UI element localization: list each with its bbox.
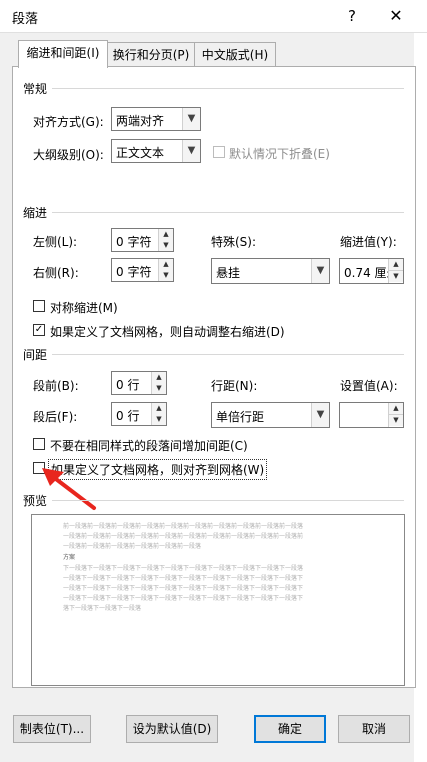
general-heading: 常规	[23, 82, 48, 96]
indent-left-value: 0 字符	[116, 235, 152, 249]
tab-indents-spacing[interactable]: 缩进和间距(I)	[18, 40, 108, 68]
alignment-label: 对齐方式(G):	[33, 115, 104, 129]
spin-down-icon[interactable]: ▼	[389, 415, 403, 426]
line-spacing-select[interactable]: 单倍行距 ▼	[211, 402, 330, 428]
indent-right-value: 0 字符	[116, 265, 152, 279]
preview-prev-line: 前一段落前一段落前一段落前一段落前一段落前一段落前一段落前一段落前一段落前一段落	[63, 523, 304, 530]
collapse-checkbox[interactable]	[213, 146, 225, 158]
spacing-before-value: 0 行	[116, 378, 140, 392]
preview-sample: 方案	[63, 554, 76, 561]
indent-right-spinner[interactable]: 0 字符 ▲ ▼	[111, 258, 174, 282]
alignment-select[interactable]: 两端对齐 ▼	[111, 107, 201, 131]
special-value: 悬挂	[216, 266, 241, 280]
cancel-button[interactable]: 取消	[338, 715, 410, 743]
indent-by-spinner[interactable]: 0.74 厘米 ▲ ▼	[339, 258, 404, 284]
spin-down-icon[interactable]: ▼	[389, 271, 403, 282]
no-space-same-style-label: 不要在相同样式的段落间增加间距(C)	[50, 439, 248, 453]
tab-asian-typography[interactable]: 中文版式(H)	[194, 42, 276, 67]
indent-left-spinner[interactable]: 0 字符 ▲ ▼	[111, 228, 174, 252]
tab-line-page-breaks[interactable]: 换行和分页(P)	[106, 42, 196, 67]
spin-up-icon[interactable]: ▲	[389, 259, 403, 271]
mirror-indent-label: 对称缩进(M)	[50, 301, 118, 315]
chevron-down-icon: ▼	[182, 140, 200, 162]
divider	[52, 354, 404, 355]
line-spacing-label: 行距(N):	[211, 379, 258, 393]
title-bar: 段落 ? ✕	[0, 0, 427, 33]
spin-down-icon[interactable]: ▼	[159, 270, 173, 281]
close-button[interactable]: ✕	[384, 5, 408, 27]
chevron-down-icon: ▼	[311, 403, 329, 427]
ok-button[interactable]: 确定	[254, 715, 326, 743]
indent-right-label: 右侧(R):	[33, 266, 79, 280]
spacing-after-label: 段后(F):	[33, 410, 78, 424]
outline-level-label: 大纲级别(O):	[33, 148, 104, 162]
preview-prev-line: 一段落前一段落前一段落前一段落前一段落前一段落前一段落前一段落前一段落前一段落前	[63, 533, 304, 540]
preview-box: 前一段落前一段落前一段落前一段落前一段落前一段落前一段落前一段落前一段落前一段落…	[31, 514, 405, 686]
preview-next-line: 落下一段落下一段落下一段落	[63, 605, 142, 612]
no-space-same-style-checkbox[interactable]	[33, 438, 45, 450]
divider	[52, 212, 404, 213]
preview-next-line: 一段落下一段落下一段落下一段落下一段落下一段落下一段落下一段落下一段落下一段落下	[63, 575, 304, 582]
outline-level-select[interactable]: 正文文本 ▼	[111, 139, 201, 163]
dialog-title: 段落	[12, 12, 39, 27]
alignment-value: 两端对齐	[116, 114, 165, 128]
mirror-indent-checkbox[interactable]	[33, 300, 45, 312]
spacing-after-value: 0 行	[116, 409, 140, 423]
spin-down-icon[interactable]: ▼	[159, 240, 173, 251]
auto-adjust-indent-label: 如果定义了文档网格，则自动调整右缩进(D)	[50, 325, 285, 339]
auto-adjust-indent-checkbox[interactable]: ✓	[33, 324, 45, 336]
indent-heading: 缩进	[23, 206, 48, 220]
spacing-heading: 间距	[23, 348, 48, 362]
indent-left-label: 左侧(L):	[33, 235, 78, 249]
chevron-down-icon: ▼	[182, 108, 200, 130]
spacing-before-spinner[interactable]: 0 行 ▲ ▼	[111, 371, 167, 395]
spacing-after-spinner[interactable]: 0 行 ▲ ▼	[111, 402, 167, 426]
at-spinner[interactable]: ▲ ▼	[339, 402, 404, 428]
line-spacing-value: 单倍行距	[216, 410, 265, 424]
outline-level-value: 正文文本	[116, 146, 165, 160]
help-button[interactable]: ?	[340, 5, 364, 27]
spin-down-icon[interactable]: ▼	[152, 414, 166, 425]
preview-next-line: 一段落下一段落下一段落下一段落下一段落下一段落下一段落下一段落下一段落下一段落下	[63, 585, 304, 592]
divider	[52, 88, 404, 89]
special-select[interactable]: 悬挂 ▼	[211, 258, 330, 284]
preview-heading: 预览	[23, 494, 48, 508]
preview-next-line: 下一段落下一段落下一段落下一段落下一段落下一段落下一段落下一段落下一段落下一段落	[63, 565, 304, 572]
divider	[52, 500, 404, 501]
spacing-before-label: 段前(B):	[33, 379, 79, 393]
at-label: 设置值(A):	[340, 379, 398, 393]
tabs-button[interactable]: 制表位(T)...	[13, 715, 91, 743]
spin-up-icon[interactable]: ▲	[389, 403, 403, 415]
spin-down-icon[interactable]: ▼	[152, 383, 166, 394]
preview-prev-line: 一段落前一段落前一段落前一段落前一段落前一段落	[63, 543, 202, 550]
collapse-label: 默认情况下折叠(E)	[229, 147, 330, 161]
set-as-default-button[interactable]: 设为默认值(D)	[126, 715, 218, 743]
preview-next-line: 一段落下一段落下一段落下一段落下一段落下一段落下一段落下一段落下一段落下一段落下	[63, 595, 304, 602]
indent-by-label: 缩进值(Y):	[340, 235, 397, 249]
chevron-down-icon: ▼	[311, 259, 329, 283]
special-label: 特殊(S):	[211, 235, 257, 249]
